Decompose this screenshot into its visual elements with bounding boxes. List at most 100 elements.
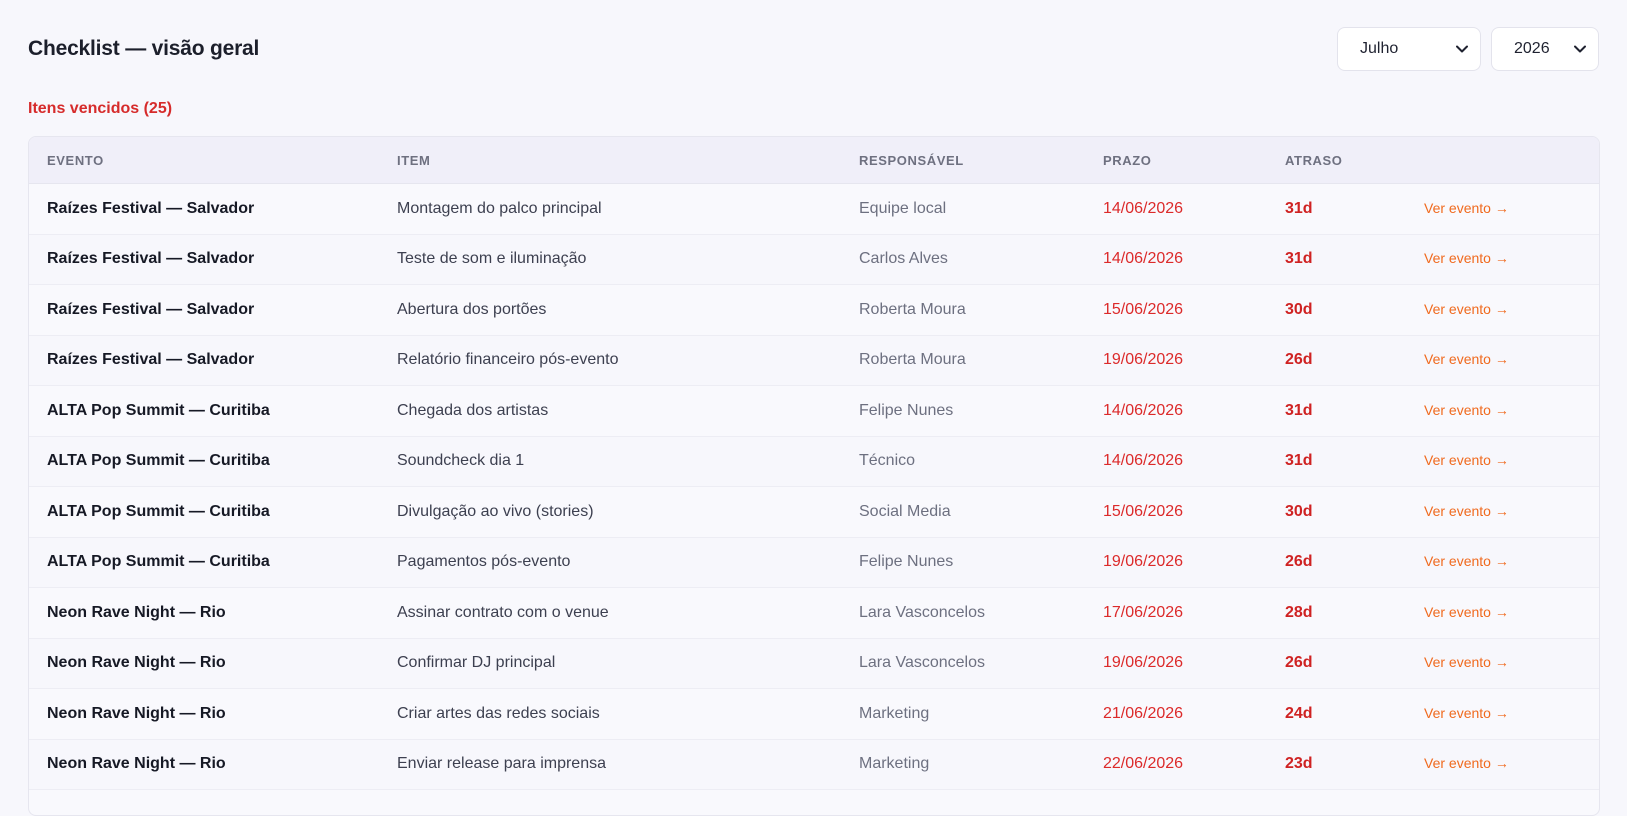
cell-item: Confirmar DJ principal	[397, 654, 556, 672]
view-event-link[interactable]: Ver evento →	[1424, 553, 1509, 569]
table-row: Raízes Festival — Salvador Montagem do pa…	[29, 184, 1599, 235]
cell-responsavel: Marketing	[859, 755, 930, 773]
cell-responsavel: Lara Vasconcelos	[859, 654, 985, 672]
chevron-down-icon	[1572, 41, 1588, 57]
view-event-link[interactable]: Ver evento →	[1424, 604, 1509, 620]
column-header-evento: EVENTO	[47, 152, 104, 168]
cell-responsavel: Carlos Alves	[859, 250, 948, 268]
cell-evento: Raízes Festival — Salvador	[47, 300, 255, 318]
cell-evento: ALTA Pop Summit — Curitiba	[47, 553, 270, 571]
view-event-link[interactable]: Ver evento →	[1424, 755, 1509, 771]
cell-atraso: 30d	[1285, 502, 1313, 520]
cell-evento: Neon Rave Night — Rio	[47, 603, 226, 621]
cell-responsavel: Equipe local	[859, 199, 947, 217]
view-event-link[interactable]: Ver evento →	[1424, 250, 1509, 266]
cell-item: Assinar contrato com o venue	[397, 603, 609, 621]
cell-responsavel: Lara Vasconcelos	[859, 603, 985, 621]
view-event-link[interactable]: Ver evento →	[1424, 503, 1509, 519]
period-filters: Julho 2026	[1337, 27, 1599, 71]
view-event-link[interactable]: Ver evento →	[1424, 301, 1509, 317]
cell-atraso: 31d	[1285, 452, 1313, 470]
cell-item: Chegada dos artistas	[397, 401, 549, 419]
month-select-value: Julho	[1360, 40, 1399, 57]
cell-atraso: 31d	[1285, 250, 1313, 268]
cell-prazo: 19/06/2026	[1103, 553, 1184, 571]
cell-evento: ALTA Pop Summit — Curitiba	[47, 401, 270, 419]
view-event-link[interactable]: Ver evento →	[1424, 402, 1509, 418]
cell-atraso: 26d	[1285, 351, 1313, 369]
cell-prazo: 22/06/2026	[1103, 755, 1184, 773]
table-row: Neon Rave Night — Rio Criar artes das red…	[29, 689, 1599, 740]
table-row: Neon Rave Night — Rio Assinar contrato co…	[29, 588, 1599, 639]
cell-evento: Raízes Festival — Salvador	[47, 351, 255, 369]
cell-prazo: 21/06/2026	[1103, 704, 1184, 722]
cell-prazo: 14/06/2026	[1103, 452, 1184, 470]
year-select[interactable]: 2026	[1491, 27, 1599, 71]
table-row: ALTA Pop Summit — Curitiba Chegada dos ar…	[29, 386, 1599, 437]
cell-atraso: 30d	[1285, 300, 1313, 318]
cell-item: Criar artes das redes sociais	[397, 704, 600, 722]
cell-responsavel: Roberta Moura	[859, 300, 966, 318]
cell-responsavel: Felipe Nunes	[859, 401, 954, 419]
cell-responsavel: Felipe Nunes	[859, 553, 954, 571]
cell-item: Montagem do palco principal	[397, 199, 602, 217]
cell-responsavel: Marketing	[859, 704, 930, 722]
cell-atraso: 26d	[1285, 553, 1313, 571]
cell-prazo: 15/06/2026	[1103, 300, 1184, 318]
table-body: Raízes Festival — Salvador Montagem do pa…	[29, 184, 1599, 790]
cell-atraso: 24d	[1285, 704, 1313, 722]
view-event-link[interactable]: Ver evento →	[1424, 705, 1509, 721]
cell-evento: Neon Rave Night — Rio	[47, 654, 226, 672]
page-header: Checklist — visão geral Julho 2026	[28, 26, 1599, 72]
overdue-items-table: EVENTO ITEM RESPONSÁVEL PRAZO ATRASO Raí…	[28, 136, 1600, 816]
table-row: Raízes Festival — Salvador Teste de som e…	[29, 234, 1599, 285]
cell-item: Pagamentos pós-evento	[397, 553, 571, 571]
table-row: ALTA Pop Summit — Curitiba Pagamentos pós…	[29, 537, 1599, 588]
cell-prazo: 19/06/2026	[1103, 654, 1184, 672]
page-title: Checklist — visão geral	[28, 37, 260, 60]
cell-item: Soundcheck dia 1	[397, 452, 525, 470]
cell-prazo: 15/06/2026	[1103, 502, 1184, 520]
table-row: ALTA Pop Summit — Curitiba Divulgação ao …	[29, 487, 1599, 538]
table-header: EVENTO ITEM RESPONSÁVEL PRAZO ATRASO	[29, 137, 1599, 184]
table-row: Neon Rave Night — Rio Enviar release para…	[29, 739, 1599, 790]
cell-evento: Raízes Festival — Salvador	[47, 199, 255, 217]
month-select[interactable]: Julho	[1337, 27, 1481, 71]
view-event-link[interactable]: Ver evento →	[1424, 200, 1509, 216]
column-header-responsavel: RESPONSÁVEL	[859, 152, 964, 168]
view-event-link[interactable]: Ver evento →	[1424, 452, 1509, 468]
table-row: Raízes Festival — Salvador Relatório fina…	[29, 335, 1599, 386]
cell-item: Divulgação ao vivo (stories)	[397, 502, 594, 520]
cell-atraso: 31d	[1285, 199, 1313, 217]
cell-evento: ALTA Pop Summit — Curitiba	[47, 452, 270, 470]
view-event-link[interactable]: Ver evento →	[1424, 351, 1509, 367]
cell-prazo: 17/06/2026	[1103, 603, 1184, 621]
table-row: Raízes Festival — Salvador Abertura dos p…	[29, 285, 1599, 336]
cell-item: Teste de som e iluminação	[397, 250, 587, 268]
cell-responsavel: Roberta Moura	[859, 351, 966, 369]
cell-atraso: 28d	[1285, 603, 1313, 621]
overdue-items-heading: Itens vencidos (25)	[28, 100, 173, 117]
cell-prazo: 14/06/2026	[1103, 250, 1184, 268]
table-row: Neon Rave Night — Rio Confirmar DJ princi…	[29, 638, 1599, 689]
cell-item: Abertura dos portões	[397, 300, 547, 318]
cell-atraso: 23d	[1285, 755, 1313, 773]
cell-item: Relatório financeiro pós-evento	[397, 351, 619, 369]
view-event-link[interactable]: Ver evento →	[1424, 654, 1509, 670]
column-header-prazo: PRAZO	[1103, 152, 1152, 168]
cell-atraso: 26d	[1285, 654, 1313, 672]
chevron-down-icon	[1454, 41, 1470, 57]
cell-evento: ALTA Pop Summit — Curitiba	[47, 502, 270, 520]
cell-item: Enviar release para imprensa	[397, 755, 606, 773]
cell-responsavel: Social Media	[859, 502, 951, 520]
table-row: ALTA Pop Summit — Curitiba Soundcheck dia…	[29, 436, 1599, 487]
cell-atraso: 31d	[1285, 401, 1313, 419]
column-header-atraso: ATRASO	[1285, 152, 1343, 168]
cell-responsavel: Técnico	[859, 452, 916, 470]
cell-prazo: 14/06/2026	[1103, 199, 1184, 217]
cell-evento: Raízes Festival — Salvador	[47, 250, 255, 268]
year-select-value: 2026	[1514, 40, 1550, 57]
cell-prazo: 14/06/2026	[1103, 401, 1184, 419]
cell-evento: Neon Rave Night — Rio	[47, 704, 226, 722]
cell-prazo: 19/06/2026	[1103, 351, 1184, 369]
